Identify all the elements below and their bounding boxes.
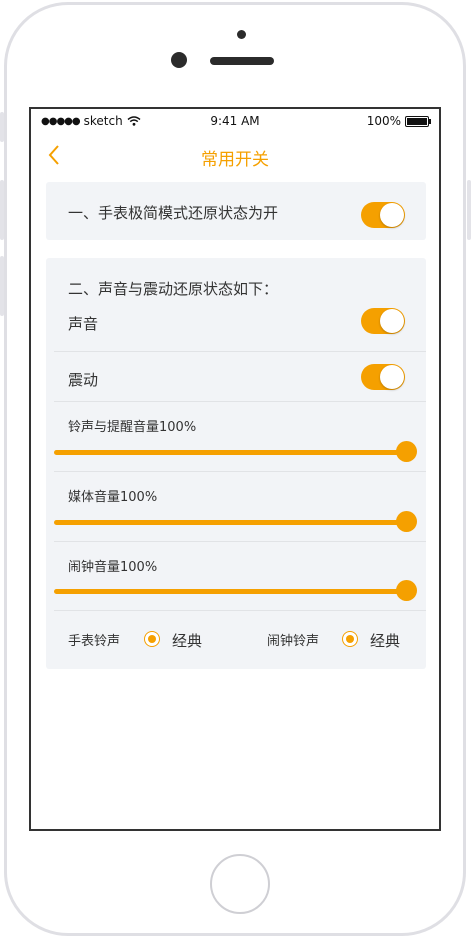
toggle-knob	[380, 309, 404, 333]
slider-thumb[interactable]	[396, 441, 417, 462]
vibration-toggle[interactable]	[361, 364, 405, 390]
ringtone-volume-slider[interactable]	[54, 441, 417, 463]
alarm-ringtone-option[interactable]: 经典	[370, 630, 400, 651]
battery-percentage: 100%	[366, 114, 401, 128]
alarm-ringtone-label: 闹钟铃声	[267, 634, 320, 649]
slider-track	[54, 450, 406, 455]
slider-thumb[interactable]	[396, 511, 417, 532]
divider	[54, 610, 426, 611]
media-volume-label: 媒体音量100%	[68, 490, 158, 505]
front-camera	[171, 52, 187, 68]
sound-label: 声音	[68, 315, 99, 333]
home-button[interactable]	[210, 854, 270, 914]
proximity-sensor	[237, 30, 246, 39]
toggle-knob	[380, 365, 404, 389]
battery-icon	[405, 115, 431, 127]
radio-dot	[148, 635, 156, 643]
minimal-mode-toggle[interactable]	[361, 202, 405, 228]
sound-vibration-heading: 二、声音与震动还原状态如下：	[68, 280, 279, 298]
ringtone-volume-label: 铃声与提醒音量100%	[68, 420, 197, 435]
minimal-mode-label: 一、手表极简模式还原状态为开	[68, 204, 279, 222]
toggle-knob	[380, 203, 404, 227]
alarm-ringtone-radio[interactable]	[342, 631, 358, 647]
sound-vibration-card: 二、声音与震动还原状态如下： 声音 震动 铃声与提醒音量100% 媒体音量100…	[46, 258, 426, 669]
sound-toggle[interactable]	[361, 308, 405, 334]
volume-down-button	[0, 256, 4, 316]
earpiece-speaker	[210, 57, 274, 65]
divider	[54, 471, 426, 472]
minimal-mode-card: 一、手表极简模式还原状态为开	[46, 182, 426, 240]
slider-track	[54, 589, 406, 594]
media-volume-slider[interactable]	[54, 511, 417, 533]
mute-switch	[0, 112, 4, 142]
vibration-label: 震动	[68, 371, 99, 389]
watch-ringtone-radio[interactable]	[144, 631, 160, 647]
slider-thumb[interactable]	[396, 580, 417, 601]
alarm-volume-label: 闹钟音量100%	[68, 560, 158, 575]
watch-ringtone-label: 手表铃声	[68, 634, 121, 649]
app-screen: ●●●●● sketch 9:41 AM 100% 常用开关 一、手表极简模式还…	[29, 107, 441, 831]
divider	[54, 351, 426, 352]
watch-ringtone-option[interactable]: 经典	[172, 630, 202, 651]
divider	[54, 541, 426, 542]
power-button	[467, 180, 471, 240]
page-title: 常用开关	[201, 150, 269, 170]
radio-dot	[346, 635, 354, 643]
alarm-volume-slider[interactable]	[54, 580, 417, 602]
navigation-bar: 常用开关	[31, 133, 439, 177]
slider-track	[54, 520, 406, 525]
status-bar: ●●●●● sketch 9:41 AM 100%	[31, 109, 439, 133]
divider	[54, 401, 426, 402]
volume-up-button	[0, 180, 4, 240]
